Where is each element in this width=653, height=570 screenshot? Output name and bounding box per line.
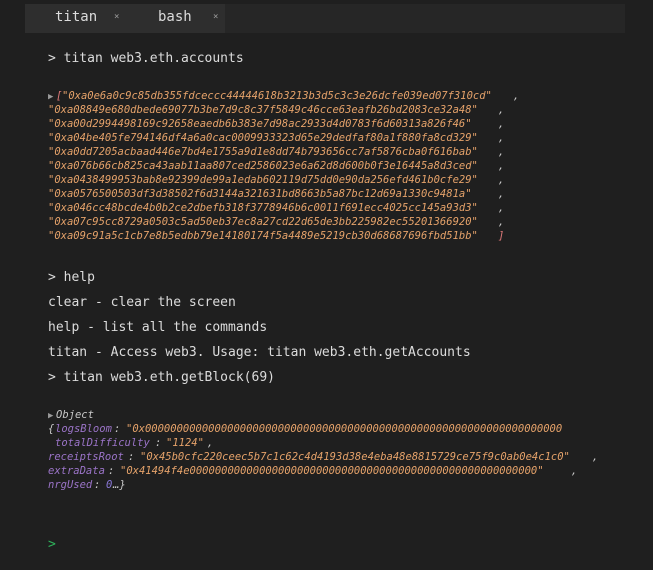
comma: , xyxy=(498,216,505,228)
property-key: receiptsRoot xyxy=(48,451,124,463)
tab-label: titan xyxy=(55,9,98,25)
account-entry: "0xa046cc48bcde4b0b2ce2dbefb318f3778946b… xyxy=(48,202,478,214)
property-value: "0x45b0cfc220ceec5b7c1c62c4d4193d38e4eba… xyxy=(140,451,570,463)
account-entry: "0xa076b66cb825ca43aab11aa807ced2586023e… xyxy=(48,160,478,172)
property-key: extraData xyxy=(48,465,105,477)
property-value: "1124" xyxy=(166,437,204,449)
close-icon[interactable]: × xyxy=(213,12,218,22)
expand-triangle-icon[interactable]: ▶ xyxy=(48,411,53,421)
property-key: totalDifficulty xyxy=(55,437,150,449)
property-value: 0 xyxy=(106,479,113,491)
comma: , xyxy=(498,118,505,130)
property-value: "0x41494f4e00000000000000000000000000000… xyxy=(120,465,544,477)
comma: , xyxy=(498,188,505,200)
input-prompt[interactable]: > xyxy=(48,537,56,552)
ellipsis-expand[interactable]: …} xyxy=(113,479,126,491)
account-entry: "0xa04be405fe794146df4a6a0cac0009933323d… xyxy=(48,132,478,144)
account-entry: "0xa0438499953bab8e92399de99a1edab602119… xyxy=(48,174,478,186)
comma: , xyxy=(571,465,578,477)
comma: , xyxy=(498,202,505,214)
comma: , xyxy=(498,174,505,186)
help-output-line: help - list all the commands xyxy=(48,320,268,335)
comma: , xyxy=(498,104,505,116)
colon: : xyxy=(128,451,135,463)
colon: : xyxy=(155,437,162,449)
command-line: > titan web3.eth.accounts xyxy=(48,51,244,66)
comma: , xyxy=(498,132,505,144)
account-entry: "0xa00d2994498169c92658eaedb6b383e7d98ac… xyxy=(48,118,472,130)
property-value: "0x0000000000000000000000000000000000000… xyxy=(126,423,563,435)
tab-bar: titan × bash × xyxy=(25,4,625,33)
account-entry: "0xa0576500503df3d38502f6d3144a321631bd8… xyxy=(48,188,472,200)
comma: , xyxy=(207,437,214,449)
colon: : xyxy=(94,479,101,491)
open-brace: { xyxy=(48,423,55,435)
command-line: > titan web3.eth.getBlock(69) xyxy=(48,370,275,385)
tab-label: bash xyxy=(158,9,192,25)
tab-bash[interactable]: bash × xyxy=(125,4,225,33)
property-key: logsBloom xyxy=(55,423,112,435)
tab-titan[interactable]: titan × xyxy=(25,4,125,33)
comma: , xyxy=(513,90,520,102)
account-entry: "0xa0dd7205acbaad446e7bd4e1755a9d1e8dd74… xyxy=(48,146,478,158)
comma: , xyxy=(592,451,599,463)
account-entry: "0xa09c91a5c1cb7e8b5edbb79e14180174f5a44… xyxy=(48,230,478,242)
close-icon[interactable]: × xyxy=(114,12,119,22)
command-line: > help xyxy=(48,270,95,285)
comma: , xyxy=(498,160,505,172)
close-bracket: ] xyxy=(498,230,505,242)
property-key: nrgUsed xyxy=(48,479,93,491)
colon: : xyxy=(114,423,121,435)
object-label: Object xyxy=(56,409,94,421)
colon: : xyxy=(108,465,115,477)
account-entry: "0xa08849e680dbede69077b3be7d9c8c37f5849… xyxy=(48,104,478,116)
account-entry: "0xa07c95cc8729a0503c5ad50eb37ec8a27cd22… xyxy=(48,216,478,228)
help-output-line: clear - clear the screen xyxy=(48,295,236,310)
help-output-line: titan - Access web3. Usage: titan web3.e… xyxy=(48,345,471,360)
expand-triangle-icon[interactable]: ▶ xyxy=(48,92,53,102)
comma: , xyxy=(498,146,505,158)
account-entry: "0xa0e6a0c9c85db355fdceccc44444618b3213b… xyxy=(62,90,492,102)
